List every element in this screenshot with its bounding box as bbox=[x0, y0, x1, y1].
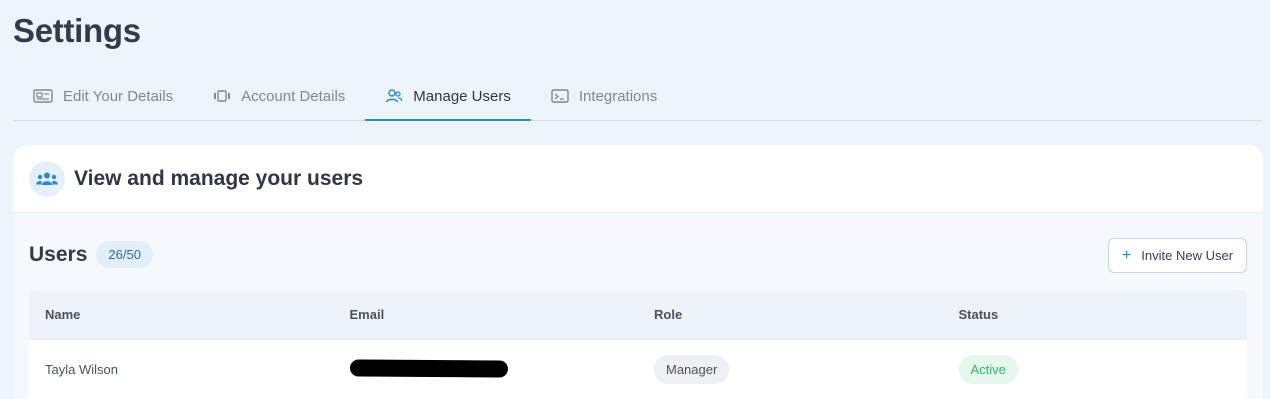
tab-manage-users[interactable]: Manage Users bbox=[365, 72, 531, 121]
terminal-icon bbox=[551, 89, 569, 103]
tab-integrations[interactable]: Integrations bbox=[531, 72, 677, 120]
id-card-icon bbox=[33, 89, 53, 103]
tab-label: Manage Users bbox=[413, 87, 511, 105]
user-group-icon bbox=[29, 160, 65, 197]
column-header-name[interactable]: Name bbox=[29, 307, 334, 322]
status-badge: Active bbox=[958, 355, 1018, 384]
column-header-email[interactable]: Email bbox=[334, 307, 639, 322]
users-icon bbox=[386, 89, 403, 103]
user-status: Active bbox=[943, 355, 1248, 384]
page-title: Settings bbox=[13, 12, 141, 49]
column-header-status[interactable]: Status bbox=[943, 307, 1248, 322]
users-table: Name Email Role Status Tayla Wilson Mana… bbox=[29, 290, 1247, 399]
table-header: Name Email Role Status bbox=[29, 290, 1247, 339]
user-email bbox=[334, 358, 639, 380]
column-header-role[interactable]: Role bbox=[638, 307, 943, 322]
tab-account-details[interactable]: Account Details bbox=[193, 72, 365, 120]
settings-tabs: Edit Your Details Account Details Manage… bbox=[13, 72, 1262, 121]
users-header: Users 26/50 bbox=[29, 241, 153, 268]
user-name: Tayla Wilson bbox=[45, 362, 118, 377]
manage-users-card: View and manage your users Users 26/50 +… bbox=[13, 145, 1263, 399]
invite-button-label: Invite New User bbox=[1141, 248, 1234, 263]
redacted-email bbox=[349, 358, 508, 378]
plus-icon: + bbox=[1121, 246, 1132, 264]
tab-label: Integrations bbox=[578, 87, 658, 105]
user-role: Manager bbox=[638, 355, 943, 384]
invite-new-user-button[interactable]: + Invite New User bbox=[1108, 238, 1247, 273]
role-badge: Manager bbox=[654, 355, 730, 384]
users-label: Users bbox=[29, 242, 88, 266]
account-icon bbox=[214, 90, 231, 102]
user-count-badge: 26/50 bbox=[96, 241, 153, 268]
tab-label: Edit Your Details bbox=[63, 87, 174, 105]
table-row[interactable]: Tayla Wilson Manager Active bbox=[29, 339, 1247, 399]
card-header: View and manage your users bbox=[13, 145, 1263, 213]
card-title: View and manage your users bbox=[74, 166, 364, 190]
tab-label: Account Details bbox=[241, 87, 346, 105]
tab-edit-your-details[interactable]: Edit Your Details bbox=[13, 72, 193, 120]
